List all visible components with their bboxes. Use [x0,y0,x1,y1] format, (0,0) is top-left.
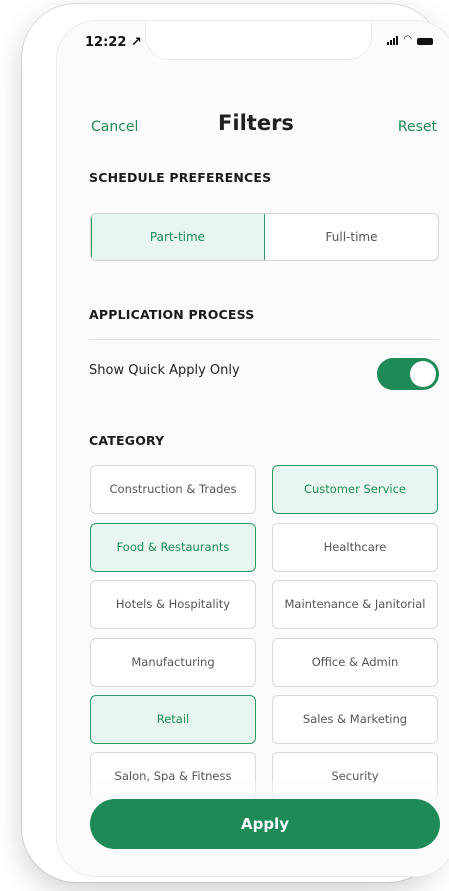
category-hotels-hospitality[interactable]: Hotels & Hospitality [90,580,256,629]
schedule-section-title: SCHEDULE PREFERENCES [89,170,272,185]
phone-screen: 12:22 ↗ ◠ Cancel Filters Reset SCHEDULE … [56,20,449,877]
application-section-title: APPLICATION PROCESS [89,307,255,322]
category-retail[interactable]: Retail [90,695,256,744]
status-icons: ◠ [387,35,433,45]
part-time-option[interactable]: Part-time [91,214,265,260]
quick-apply-label: Show Quick Apply Only [89,363,240,378]
quick-apply-toggle[interactable] [377,358,439,390]
divider [89,339,439,340]
status-time: 12:22 ↗ [85,35,142,50]
category-customer-service[interactable]: Customer Service [272,465,438,514]
apply-button[interactable]: Apply [90,799,440,849]
wifi-icon: ◠ [403,34,412,45]
page-title: Filters [218,111,294,135]
category-maintenance-janitorial[interactable]: Maintenance & Janitorial [272,580,438,629]
phone-notch [145,21,372,60]
reset-button[interactable]: Reset [398,119,437,135]
status-time-text: 12:22 [85,35,127,50]
nav-bar: Cancel Filters Reset [57,111,449,141]
schedule-segmented-control: Part-time Full-time [90,213,439,261]
category-office-admin[interactable]: Office & Admin [272,638,438,687]
category-food-restaurants[interactable]: Food & Restaurants [90,523,256,572]
toggle-knob [410,361,436,387]
category-construction-trades[interactable]: Construction & Trades [90,465,256,514]
category-manufacturing[interactable]: Manufacturing [90,638,256,687]
signal-icon [387,36,399,45]
full-time-option[interactable]: Full-time [265,214,438,260]
phone-frame: 12:22 ↗ ◠ Cancel Filters Reset SCHEDULE … [22,4,449,882]
category-healthcare[interactable]: Healthcare [272,523,438,572]
location-arrow-icon: ↗ [130,35,142,50]
battery-icon [417,38,433,45]
category-sales-marketing[interactable]: Sales & Marketing [272,695,438,744]
category-section-title: CATEGORY [89,433,165,448]
